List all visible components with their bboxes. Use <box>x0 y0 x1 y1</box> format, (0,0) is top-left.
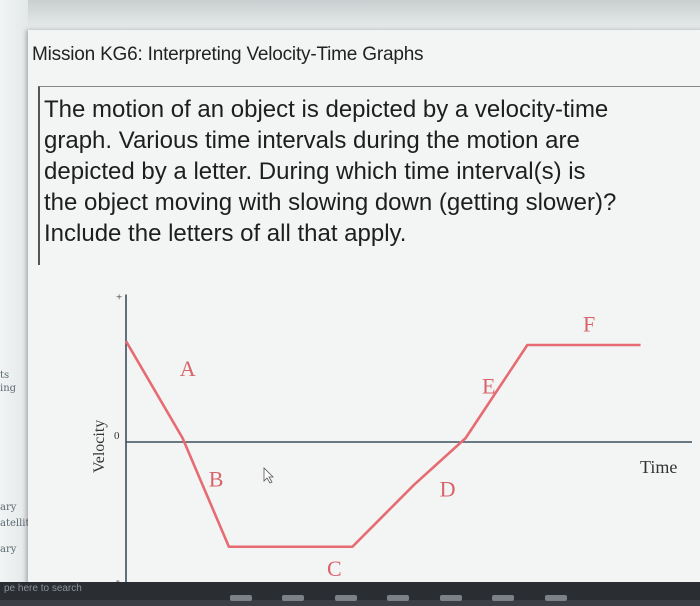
taskbar-app-icon[interactable] <box>230 595 252 601</box>
taskbar-app-icon[interactable] <box>439 595 462 601</box>
side-panel: ts ing ary atellite ary <box>0 0 35 600</box>
y-zero-marker: 0 <box>114 430 120 442</box>
velocity-time-graph: Velocity Time + 0 - ABCDEF <box>91 292 692 590</box>
velocity-series-line <box>124 340 641 549</box>
taskbar-icons <box>230 588 593 606</box>
side-panel-item[interactable]: ary <box>0 544 16 555</box>
window-top-edge <box>0 0 700 34</box>
taskbar-app-icon[interactable] <box>492 595 515 601</box>
interval-label-e: E <box>482 374 495 399</box>
side-panel-item[interactable]: ing <box>0 383 16 394</box>
interval-label-c: C <box>327 556 342 581</box>
taskbar-app-icon[interactable] <box>387 595 410 601</box>
interval-label-f: F <box>583 311 595 336</box>
taskbar-app-icon[interactable] <box>544 595 567 601</box>
interval-label-a: A <box>180 356 196 381</box>
x-axis-label: Time <box>640 457 677 477</box>
y-axis-label: Velocity <box>91 420 108 473</box>
side-panel-item[interactable]: ary <box>0 502 16 513</box>
y-plus-marker: + <box>116 292 122 304</box>
interval-label-d: D <box>440 476 456 501</box>
cursor-icon <box>263 467 274 484</box>
question-page: Mission KG6: Interpreting Velocity-Time … <box>28 30 700 590</box>
taskbar-app-icon[interactable] <box>282 595 305 601</box>
interval-labels: A B C D E F <box>180 311 595 580</box>
side-panel-item[interactable]: ts <box>0 370 9 381</box>
interval-label-b: B <box>209 467 224 492</box>
search-input[interactable]: pe here to search <box>4 583 82 594</box>
taskbar-app-icon[interactable] <box>334 595 357 601</box>
series-layer <box>124 340 641 549</box>
